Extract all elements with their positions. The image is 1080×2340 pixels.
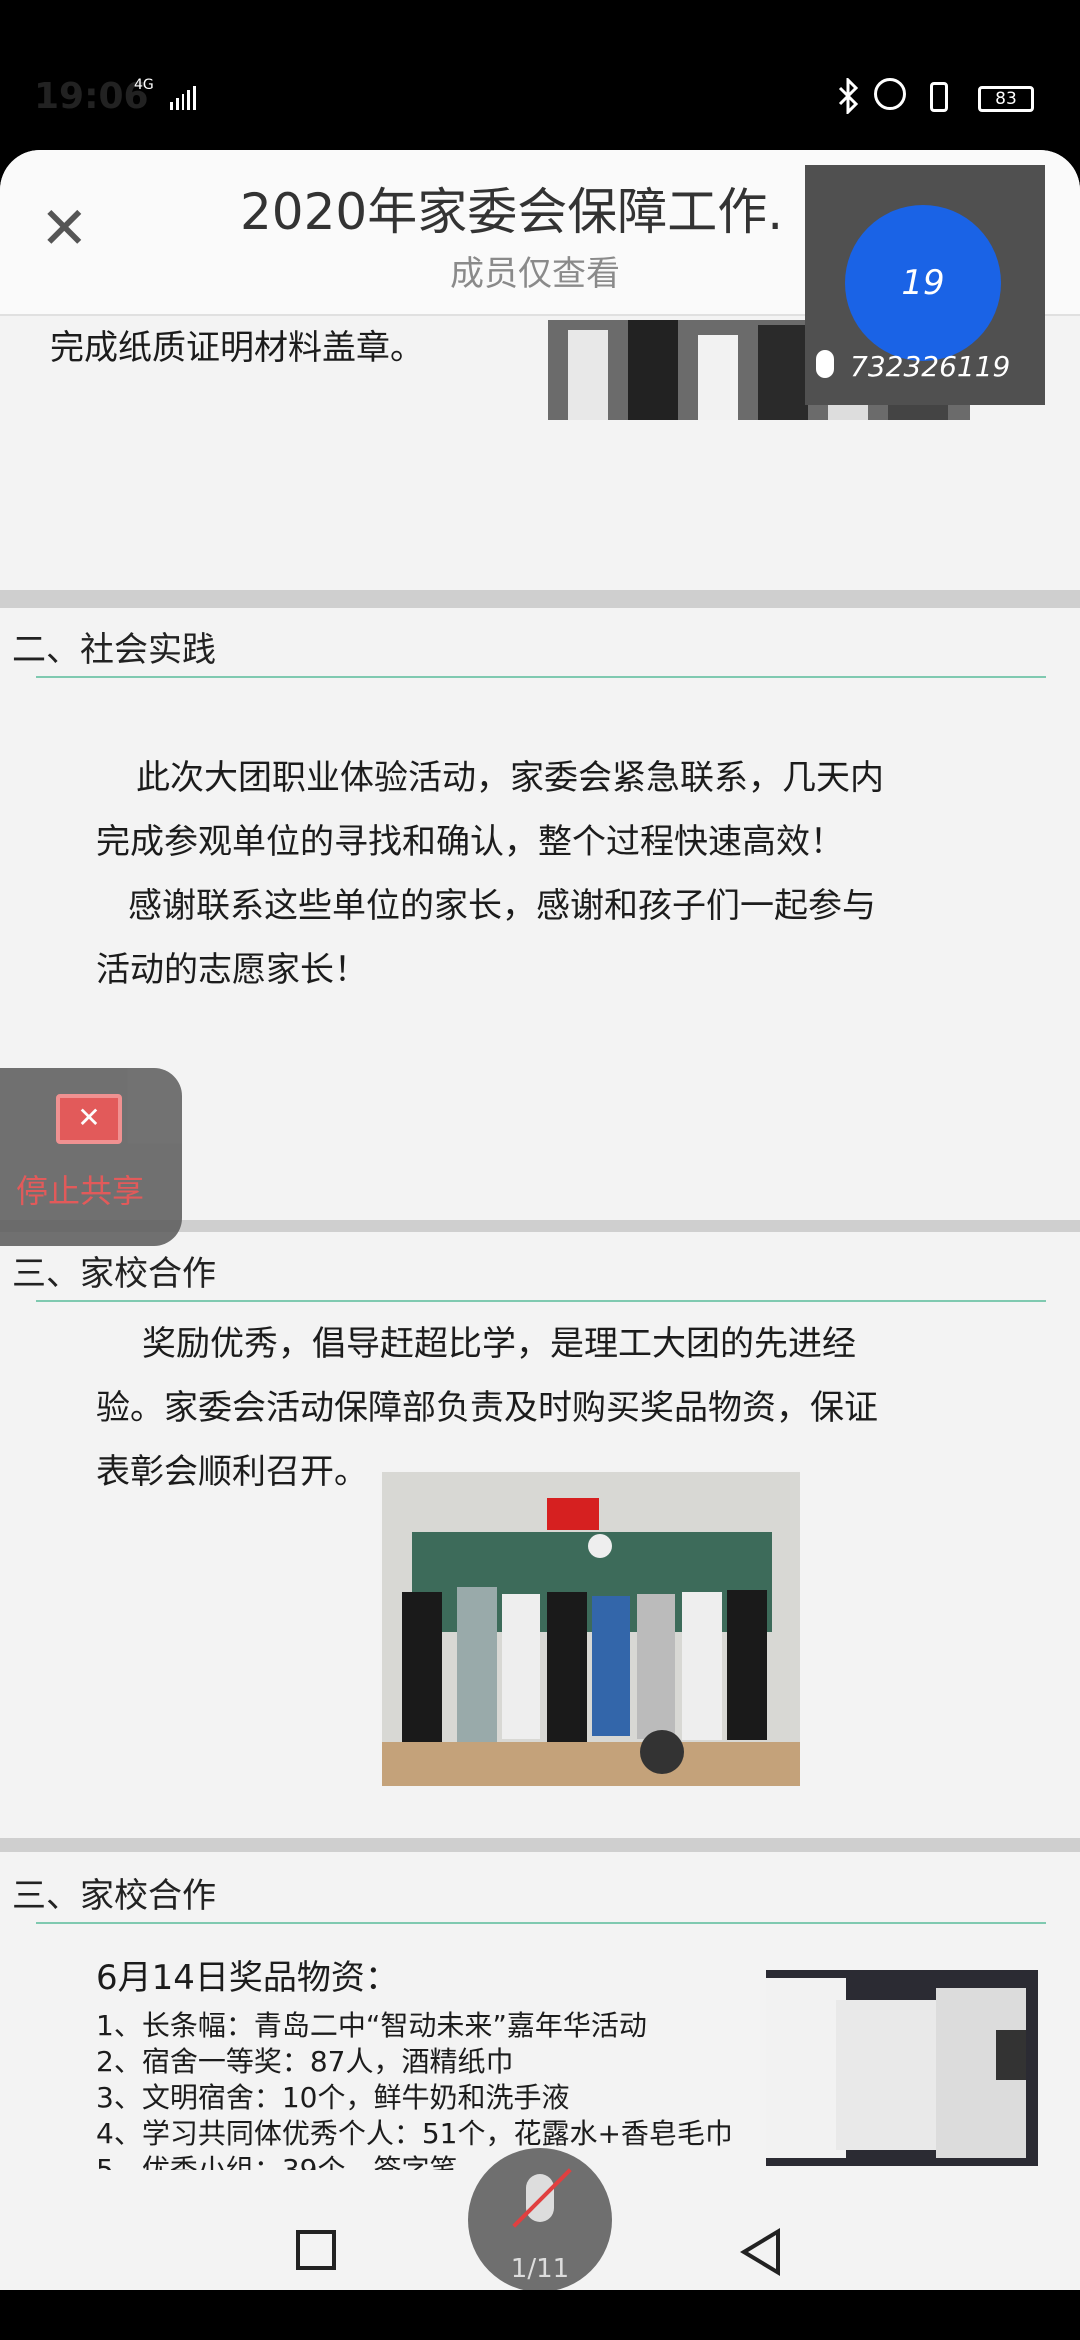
document-title: 2020年家委会保障工作. <box>240 183 784 241</box>
recents-square-icon[interactable] <box>296 2230 336 2270</box>
view-permission-label: 成员仅查看 <box>450 254 620 294</box>
bottom-edge <box>0 2290 1080 2340</box>
vibrate-icon <box>930 82 948 112</box>
prize-boxes-photo <box>766 1970 1038 2166</box>
list-item: 3、文明宿舍：10个，鲜牛奶和洗手液 <box>96 2081 570 2114</box>
back-triangle-inner <box>748 2235 776 2269</box>
list-item: 5、优秀小组：39个，签字笔 <box>96 2153 458 2172</box>
paragraph-line: 活动的志愿家长！ <box>96 950 368 990</box>
participant-avatar[interactable]: 19 <box>845 205 1001 361</box>
award-ceremony-photo <box>382 1472 800 1786</box>
list-item: 4、学习共同体优秀个人：51个，花露水+香皂毛巾 <box>96 2117 733 2150</box>
signal-icon <box>170 84 196 110</box>
network-type: 4G <box>134 77 154 93</box>
status-bar <box>0 0 1080 150</box>
stop-sharing-button[interactable]: ✕ 停止共享 <box>0 1068 182 1246</box>
paragraph-line: 此次大团职业体验活动，家委会紧急联系，几天内 <box>136 758 884 798</box>
bluetooth-icon <box>836 76 860 123</box>
section-rule <box>36 1300 1046 1302</box>
list-item: 2、宿舍一等奖：87人，酒精纸巾 <box>96 2045 514 2078</box>
mic-page-indicator: 1/11 <box>510 2254 570 2284</box>
screen-share-stop-icon: ✕ <box>56 1094 122 1144</box>
microphone-icon <box>816 350 834 378</box>
section-rule <box>36 676 1046 678</box>
list-item: 1、长条幅：青岛二中“智动未来”嘉年华活动 <box>96 2009 647 2042</box>
top-caption: 完成纸质证明材料盖章。 <box>50 328 424 368</box>
paragraph-line: 感谢联系这些单位的家长，感谢和孩子们一起参与 <box>128 886 876 926</box>
paragraph-line: 奖励优秀，倡导赶超比学，是理工大团的先进经 <box>142 1324 856 1364</box>
section-heading-home-school-2: 三、家校合作 <box>12 1876 216 1916</box>
section-heading-social-practice: 二、社会实践 <box>12 630 216 670</box>
status-time: 19:06 <box>34 76 149 117</box>
section-rule <box>36 1922 1046 1924</box>
battery-icon: 83 <box>978 86 1034 112</box>
caller-id: 732326119 <box>850 350 1011 383</box>
paragraph-line: 验。家委会活动保障部负责及时购买奖品物资，保证 <box>96 1388 878 1428</box>
list-title: 6月14日奖品物资： <box>96 1958 399 1998</box>
section-heading-home-school: 三、家校合作 <box>12 1254 216 1294</box>
paragraph-line: 表彰会顺利召开。 <box>96 1452 368 1492</box>
page-break <box>0 1838 1080 1852</box>
close-button[interactable]: ✕ <box>40 198 89 258</box>
alarm-icon <box>874 78 906 110</box>
paragraph-line: 完成参观单位的寻找和确认，整个过程快速高效！ <box>96 822 844 862</box>
stop-sharing-label: 停止共享 <box>16 1172 145 1210</box>
page-break <box>0 590 1080 608</box>
